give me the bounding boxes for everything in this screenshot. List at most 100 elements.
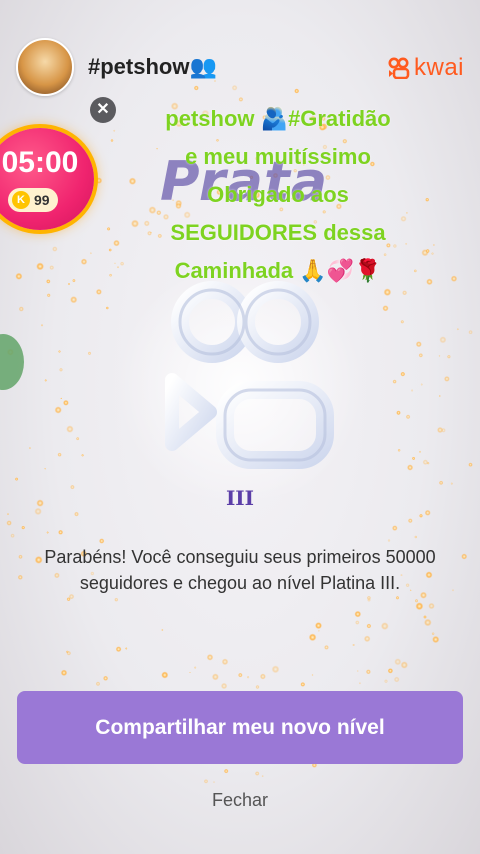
- sparkle: [95, 177, 103, 184]
- header-bar: #petshow👥 kwai: [16, 36, 464, 96]
- sparkle: [420, 383, 423, 386]
- sparkle: [411, 456, 416, 461]
- caption-line: SEGUIDORES dessa: [170, 220, 386, 245]
- sparkle: [89, 252, 92, 255]
- sparkle: [211, 673, 219, 681]
- congrats-message: Parabéns! Você conseguiu seus primeiros …: [20, 544, 460, 596]
- sparkle: [311, 674, 314, 676]
- sparkle: [380, 622, 389, 630]
- sparkle: [52, 246, 58, 252]
- sparkle: [387, 539, 391, 542]
- sparkle: [418, 353, 423, 358]
- sparkle: [438, 395, 441, 397]
- sparkle: [438, 355, 441, 357]
- sparkle: [407, 518, 413, 524]
- sparkle: [70, 484, 75, 490]
- sparkle: [40, 324, 44, 327]
- sparkle: [382, 305, 389, 312]
- sparkle: [366, 623, 372, 629]
- sparkle: [105, 306, 109, 310]
- sparkle: [254, 771, 260, 776]
- sparkle: [114, 262, 116, 265]
- sparkle: [363, 635, 371, 643]
- sparkle: [194, 666, 197, 669]
- sparkle: [426, 461, 430, 465]
- sparkle: [393, 676, 400, 683]
- sparkle: [238, 672, 243, 678]
- close-icon[interactable]: ✕: [90, 97, 116, 123]
- coin-counter: K 99: [8, 188, 58, 212]
- sparkle: [206, 654, 214, 661]
- sparkle: [456, 328, 459, 331]
- sparkle: [60, 397, 63, 400]
- sparkle: [113, 129, 116, 132]
- sparkle: [246, 675, 250, 679]
- sparkle: [70, 296, 78, 304]
- sparkle: [223, 768, 229, 774]
- close-button[interactable]: Fechar: [0, 790, 480, 811]
- live-timer-badge[interactable]: 05:00 K 99: [0, 128, 94, 230]
- sparkle: [400, 320, 405, 324]
- sparkle: [437, 426, 444, 434]
- sparkle: [66, 597, 71, 602]
- sparkle: [400, 371, 406, 377]
- sparkle: [80, 258, 88, 265]
- sparkle: [366, 595, 371, 601]
- sparkle: [400, 661, 408, 669]
- sparkle: [116, 266, 120, 269]
- sparkle: [424, 509, 431, 516]
- sparkle: [46, 279, 51, 284]
- sparkle: [34, 507, 42, 516]
- handle-text: #petshow: [88, 54, 190, 79]
- sparkle: [95, 681, 101, 687]
- sparkle: [57, 452, 62, 457]
- message-line-2: seguidores e chegou ao nível Platina III…: [79, 573, 401, 593]
- sparkle: [410, 389, 414, 392]
- share-level-button[interactable]: Compartilhar meu novo nível: [17, 691, 463, 764]
- sparkle: [46, 293, 51, 298]
- sparkle: [44, 379, 47, 382]
- sparkle: [110, 139, 114, 142]
- stream-caption: petshow 🫂#Gratidão e meu muitíssimo Obri…: [128, 100, 428, 290]
- sparkle: [115, 646, 122, 653]
- avatar[interactable]: [16, 38, 74, 96]
- kwai-logo: kwai: [388, 54, 464, 82]
- sparkle: [87, 351, 92, 356]
- side-badge[interactable]: [0, 334, 24, 390]
- caption-line: petshow 🫂#Gratidão: [165, 106, 391, 131]
- sparkle: [63, 399, 69, 406]
- sparkle: [114, 597, 119, 602]
- sparkle: [6, 520, 12, 526]
- sparkle: [315, 622, 322, 630]
- sparkle: [120, 261, 125, 266]
- caption-line: Caminhada 🙏💞🌹: [174, 258, 382, 283]
- sparkle: [441, 428, 446, 433]
- sparkle: [356, 670, 359, 672]
- sparkle: [49, 265, 55, 270]
- sparkle: [300, 682, 306, 687]
- sparkle: [113, 239, 120, 247]
- sparkle: [431, 252, 434, 255]
- sparkle: [414, 599, 419, 603]
- sparkle: [365, 669, 371, 675]
- sparkle: [259, 673, 266, 680]
- channel-handle[interactable]: #petshow👥: [88, 54, 217, 80]
- sparkle: [271, 665, 280, 674]
- sparkle: [424, 618, 432, 627]
- sparkle: [15, 272, 23, 280]
- sparkle: [367, 598, 371, 602]
- sparkle: [418, 450, 422, 453]
- sparkle: [354, 610, 362, 618]
- sparkle: [21, 525, 26, 530]
- sparkle: [428, 602, 435, 610]
- sparkle: [220, 682, 228, 690]
- sparkle: [221, 658, 229, 666]
- sparkle: [95, 288, 102, 295]
- level-tier: III: [225, 486, 255, 510]
- sparkle: [432, 244, 435, 246]
- sparkle: [317, 629, 320, 632]
- sparkle: [66, 425, 74, 433]
- caption-line: e meu muitíssimo: [185, 144, 371, 169]
- sparkle: [60, 669, 68, 676]
- sparkle: [161, 671, 169, 679]
